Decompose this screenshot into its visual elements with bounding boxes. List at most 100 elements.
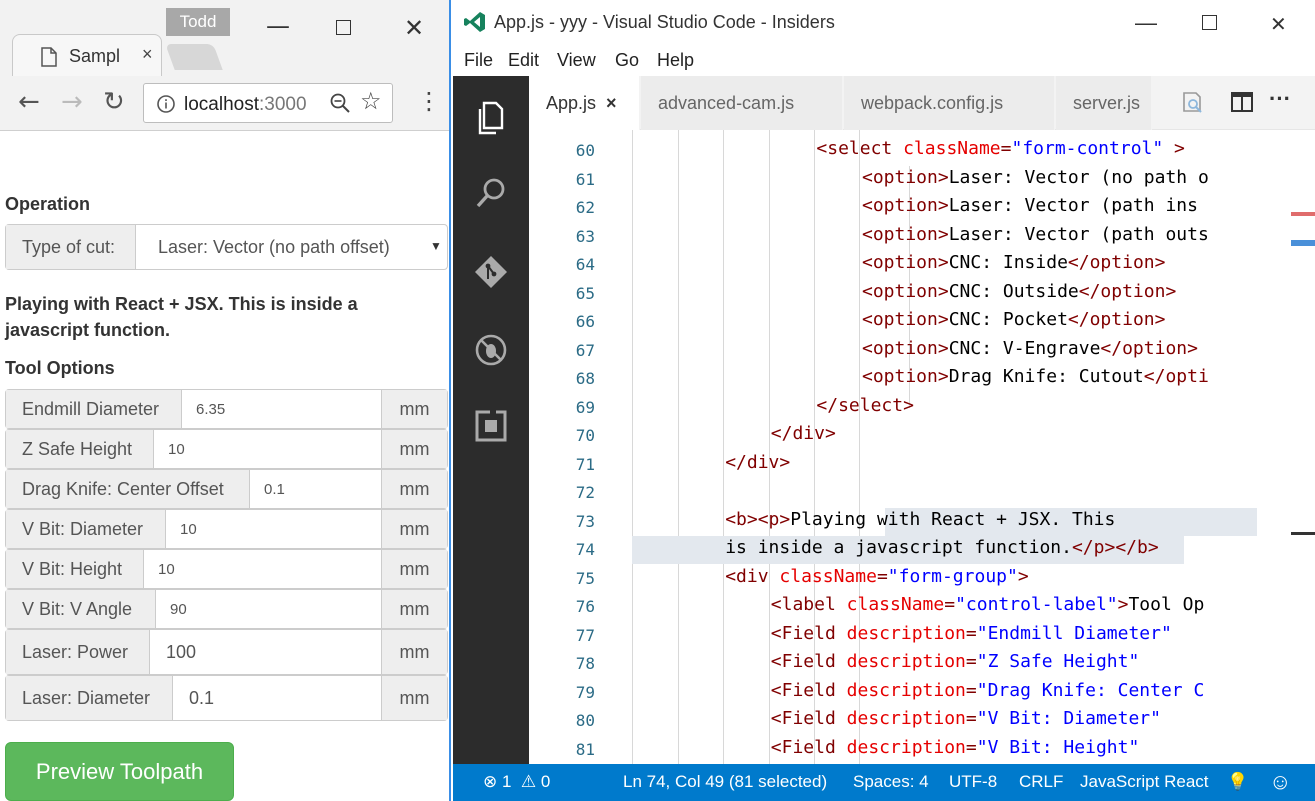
field-label: V Bit: V Angle bbox=[6, 590, 156, 628]
more-actions-icon[interactable]: ··· bbox=[1269, 86, 1291, 112]
split-editor-icon[interactable] bbox=[1231, 92, 1253, 112]
code-editor[interactable]: 60 <select className="form-control" > 61 <o… bbox=[529, 130, 1315, 764]
open-preview-icon[interactable] bbox=[1181, 90, 1205, 114]
field-input[interactable]: 100 bbox=[150, 630, 196, 674]
tab-webpack-config-js[interactable]: webpack.config.js bbox=[844, 76, 1055, 130]
maximize-icon[interactable] bbox=[336, 20, 351, 35]
code-line[interactable]: <option>CNC: Pocket</option> bbox=[862, 309, 1165, 330]
menu-kebab-icon[interactable]: ⋮ bbox=[417, 88, 441, 114]
line-number: 62 bbox=[575, 198, 595, 217]
new-tab-button[interactable] bbox=[165, 44, 223, 70]
menu-file[interactable]: File bbox=[464, 50, 493, 71]
code-line[interactable]: <Field description="Endmill Diameter" bbox=[771, 623, 1172, 644]
cursor-position[interactable]: Ln 74, Col 49 (81 selected) bbox=[623, 772, 827, 792]
extensions-icon[interactable] bbox=[471, 406, 511, 446]
field-input[interactable]: 90 bbox=[156, 590, 187, 628]
url-text[interactable]: localhost:3000 bbox=[184, 94, 307, 116]
menu-view[interactable]: View bbox=[557, 50, 596, 71]
menu-edit[interactable]: Edit bbox=[508, 50, 539, 71]
zoom-icon[interactable] bbox=[329, 92, 351, 114]
forward-icon[interactable]: → bbox=[61, 89, 83, 115]
source-control-icon[interactable] bbox=[471, 252, 511, 292]
explorer-icon[interactable] bbox=[471, 98, 511, 138]
code-line[interactable]: <option>Laser: Vector (path ins bbox=[862, 195, 1198, 216]
code-line[interactable]: <option>Laser: Vector (path outs bbox=[862, 224, 1209, 245]
line-ending[interactable]: CRLF bbox=[1019, 772, 1063, 792]
field-label: Laser: Diameter bbox=[6, 676, 173, 720]
tab-close-icon[interactable]: × bbox=[142, 44, 153, 65]
code-line[interactable]: <option>CNC: Outside</option> bbox=[862, 281, 1176, 302]
code-line[interactable]: <option>CNC: Inside</option> bbox=[862, 252, 1165, 273]
minimize-icon[interactable]: — bbox=[266, 14, 290, 38]
field-label: Endmill Diameter bbox=[6, 390, 182, 428]
field-unit: mm bbox=[381, 390, 447, 428]
line-number: 66 bbox=[575, 312, 595, 331]
back-icon[interactable]: ← bbox=[18, 89, 40, 115]
feedback-smiley-icon[interactable]: ☺ bbox=[1269, 769, 1291, 795]
info-icon[interactable] bbox=[156, 94, 176, 114]
language-mode[interactable]: JavaScript React bbox=[1080, 772, 1209, 792]
field-input[interactable]: 6.35 bbox=[182, 390, 225, 428]
line-number: 71 bbox=[575, 454, 595, 474]
profile-badge[interactable]: Todd bbox=[166, 8, 230, 36]
tab-app-js[interactable]: App.js × bbox=[529, 76, 640, 130]
close-window-icon[interactable]: ✕ bbox=[1270, 12, 1287, 36]
tab-close-icon[interactable]: × bbox=[606, 93, 617, 114]
code-line[interactable]: is inside a javascript function.</p></b> bbox=[725, 537, 1159, 558]
tab-advanced-cam-js[interactable]: advanced-cam.js bbox=[641, 76, 843, 130]
field-label: V Bit: Diameter bbox=[6, 510, 166, 548]
indentation[interactable]: Spaces: 4 bbox=[853, 772, 929, 792]
search-icon[interactable] bbox=[471, 174, 511, 214]
code-line[interactable]: </div> bbox=[725, 452, 790, 473]
field-input[interactable]: 0.1 bbox=[173, 676, 214, 720]
problems-indicator[interactable]: ⊗ 1 ⚠ 0 bbox=[483, 772, 550, 792]
line-number: 79 bbox=[575, 682, 595, 702]
debug-icon[interactable] bbox=[471, 330, 511, 370]
menu-bar: File Edit View Go Help bbox=[453, 46, 1315, 76]
address-bar[interactable]: localhost:3000 bbox=[143, 83, 393, 123]
code-line[interactable]: <option>CNC: V-Engrave</option> bbox=[862, 338, 1198, 359]
code-line[interactable]: <Field description="V Bit: Diameter" bbox=[771, 708, 1161, 729]
window-title: App.js - yyy - Visual Studio Code - Insi… bbox=[494, 12, 835, 32]
code-line[interactable]: <option>Drag Knife: Cutout</opti bbox=[862, 366, 1209, 387]
reload-icon[interactable]: ↻ bbox=[103, 89, 125, 115]
code-line[interactable]: <Field description="Z Safe Height" bbox=[771, 651, 1140, 672]
field-laser-diameter: Laser: Diameter 0.1 mm bbox=[5, 675, 448, 721]
line-number: 78 bbox=[575, 654, 595, 673]
minimize-icon[interactable]: — bbox=[1135, 10, 1157, 36]
code-line[interactable]: <Field description="Drag Knife: Center C bbox=[771, 680, 1205, 701]
dropdown-arrow-icon[interactable]: ▼ bbox=[430, 239, 442, 253]
field-input[interactable]: 10 bbox=[154, 430, 185, 468]
scrollbar-marker bbox=[1291, 532, 1315, 535]
maximize-icon[interactable] bbox=[1202, 15, 1217, 30]
field-endmill-diameter: Endmill Diameter 6.35 mm bbox=[5, 389, 448, 429]
field-input[interactable]: 10 bbox=[166, 510, 197, 548]
field-label: V Bit: Height bbox=[6, 550, 144, 588]
field-input[interactable]: 10 bbox=[144, 550, 175, 588]
tab-server-js[interactable]: server.js bbox=[1056, 76, 1152, 130]
code-line[interactable]: <option>Laser: Vector (no path o bbox=[862, 167, 1209, 188]
browser-tab[interactable]: Sampl × bbox=[12, 34, 162, 76]
lightbulb-icon[interactable]: 💡 bbox=[1227, 772, 1248, 792]
line-number: 69 bbox=[575, 397, 595, 417]
code-line[interactable]: </div> bbox=[771, 423, 836, 444]
field-drag-knife-center-offset: Drag Knife: Center Offset 0.1 mm bbox=[5, 469, 448, 509]
code-line[interactable]: <select className="form-control" > bbox=[816, 138, 1185, 159]
code-line[interactable]: <b><p>Playing with React + JSX. This bbox=[725, 509, 1115, 530]
field-label: Z Safe Height bbox=[6, 430, 154, 468]
field-unit: mm bbox=[381, 470, 447, 508]
field-input[interactable]: 0.1 bbox=[250, 470, 285, 508]
bookmark-star-icon[interactable]: ☆ bbox=[360, 88, 382, 114]
menu-go[interactable]: Go bbox=[615, 50, 639, 71]
type-of-cut-select[interactable]: Laser: Vector (no path offset) bbox=[158, 237, 390, 258]
code-line[interactable]: <label className="control-label">Tool Op bbox=[771, 594, 1205, 615]
encoding[interactable]: UTF-8 bbox=[949, 772, 997, 792]
code-line[interactable]: <div className="form-group"> bbox=[725, 566, 1028, 587]
close-window-icon[interactable]: ✕ bbox=[404, 16, 424, 40]
code-line[interactable]: <Field description="V Bit: Height" bbox=[771, 737, 1140, 758]
preview-toolpath-button[interactable]: Preview Toolpath bbox=[5, 742, 234, 801]
vscode-logo-icon bbox=[464, 12, 485, 32]
menu-help[interactable]: Help bbox=[657, 50, 694, 71]
warning-icon: ⚠ bbox=[520, 772, 537, 791]
code-line[interactable]: </select> bbox=[816, 395, 914, 416]
